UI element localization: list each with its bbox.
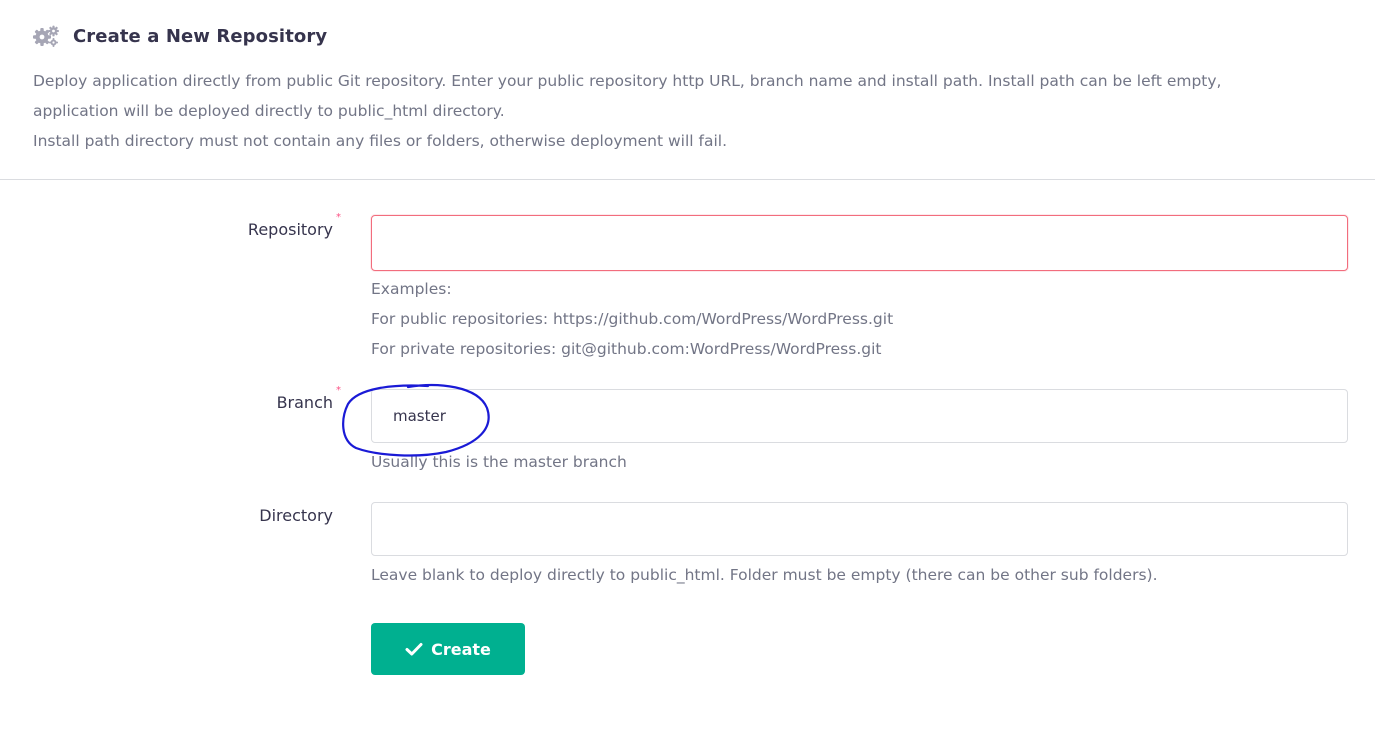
repository-help: Examples: For public repositories: https… <box>371 274 893 364</box>
directory-help: Leave blank to deploy directly to public… <box>371 566 1158 584</box>
repository-label-text: Repository <box>247 220 333 239</box>
gears-icon <box>33 25 59 47</box>
page-header: Create a New Repository Deploy applicati… <box>0 0 1375 180</box>
description-line: Deploy application directly from public … <box>33 72 1222 90</box>
check-icon <box>405 643 423 656</box>
description-line: application will be deployed directly to… <box>33 102 505 120</box>
page-description: Deploy application directly from public … <box>33 66 1353 156</box>
directory-label: Directory <box>259 506 333 525</box>
directory-label-text: Directory <box>259 506 333 525</box>
repository-help-line: Examples: <box>371 280 452 298</box>
branch-label: Branch * <box>276 385 341 412</box>
branch-input[interactable] <box>371 389 1348 443</box>
repository-input[interactable] <box>371 215 1348 271</box>
required-marker: * <box>336 212 341 223</box>
repository-label: Repository * <box>247 212 341 239</box>
branch-help: Usually this is the master branch <box>371 453 627 471</box>
page-title: Create a New Repository <box>73 25 328 47</box>
directory-input[interactable] <box>371 502 1348 556</box>
create-repository-page: Create a New Repository Deploy applicati… <box>0 0 1375 733</box>
description-line: Install path directory must not contain … <box>33 132 728 150</box>
repository-help-line: For private repositories: git@github.com… <box>371 340 882 358</box>
create-button[interactable]: Create <box>371 623 525 675</box>
branch-label-text: Branch <box>276 393 333 412</box>
title-row: Create a New Repository <box>32 22 327 50</box>
repository-help-line: For public repositories: https://github.… <box>371 310 894 328</box>
create-button-label: Create <box>431 639 491 659</box>
required-marker: * <box>336 385 341 396</box>
